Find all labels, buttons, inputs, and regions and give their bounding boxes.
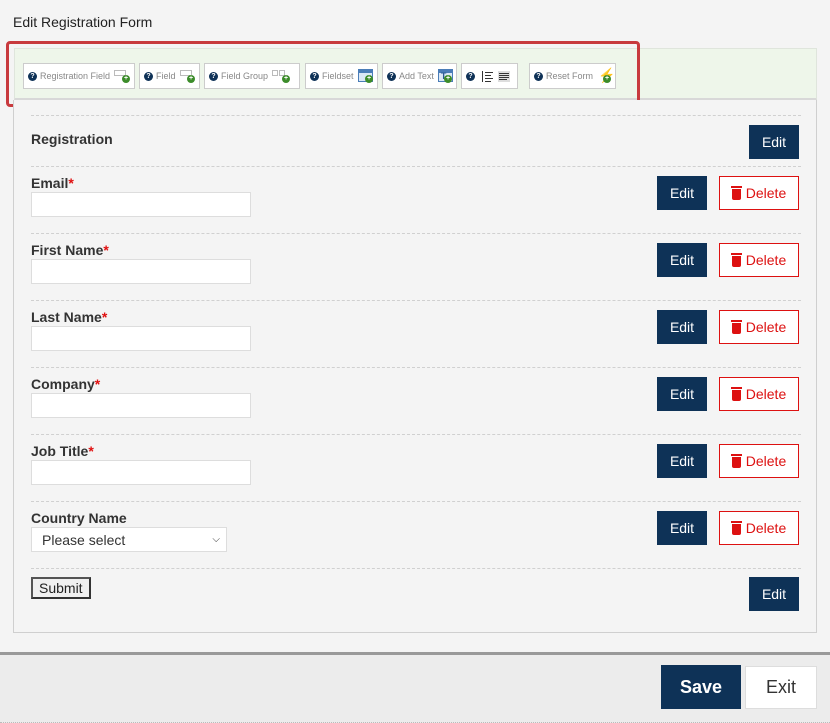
field-label: Company* (31, 376, 101, 392)
delete-field-button[interactable]: Delete (719, 444, 799, 478)
tool-label: Fieldset (322, 71, 354, 81)
trash-icon (730, 386, 742, 401)
edit-field-button[interactable]: Edit (657, 444, 707, 478)
submit-row: Submit Edit (31, 568, 801, 618)
tool-label: Reset Form (546, 71, 594, 81)
last-name-field[interactable] (31, 326, 251, 351)
add-field-group-button[interactable]: ? Field Group + (204, 63, 300, 89)
field-label: Last Name* (31, 309, 108, 325)
field-row-first-name: First Name* Edit Delete (31, 233, 801, 300)
field-label: Country Name (31, 510, 127, 526)
edit-field-button[interactable]: Edit (657, 310, 707, 344)
help-icon[interactable]: ? (466, 71, 475, 81)
field-row-email: Email* Edit Delete (31, 166, 801, 233)
field-add-icon: + (179, 69, 195, 83)
required-marker: * (101, 309, 108, 325)
required-marker: * (94, 376, 101, 392)
reset-bolt-icon: ⚡+ (598, 68, 615, 83)
align-horizontal-icon[interactable] (498, 70, 510, 82)
field-label: Job Title* (31, 443, 94, 459)
tool-label: Registration Field (40, 71, 111, 81)
tool-label: Field (156, 71, 176, 81)
field-label: Email* (31, 175, 74, 191)
alignment-tools: ? (461, 63, 518, 89)
company-field[interactable] (31, 393, 251, 418)
edit-field-button[interactable]: Edit (657, 243, 707, 277)
trash-icon (730, 185, 742, 200)
help-icon[interactable]: ? (209, 71, 218, 81)
trash-icon (730, 319, 742, 334)
add-registration-field-button[interactable]: ? Registration Field + (23, 63, 135, 89)
required-marker: * (103, 242, 109, 258)
required-marker: * (68, 175, 74, 191)
form-heading-row: Registration Edit (31, 115, 801, 167)
trash-icon (730, 453, 742, 468)
edit-field-button[interactable]: Edit (657, 511, 707, 545)
required-marker: * (88, 443, 94, 459)
page-title: Edit Registration Form (13, 14, 153, 30)
text-add-icon: T+ (437, 69, 453, 83)
field-row-job-title: Job Title* Edit Delete (31, 434, 801, 501)
help-icon[interactable]: ? (144, 71, 153, 81)
job-title-field[interactable] (31, 460, 251, 485)
delete-field-button[interactable]: Delete (719, 243, 799, 277)
delete-field-button[interactable]: Delete (719, 310, 799, 344)
align-vertical-icon[interactable] (482, 70, 494, 82)
save-button[interactable]: Save (661, 665, 741, 709)
delete-field-button[interactable]: Delete (719, 377, 799, 411)
field-row-last-name: Last Name* Edit Delete (31, 300, 801, 367)
email-field[interactable] (31, 192, 251, 217)
help-icon[interactable]: ? (28, 71, 37, 81)
chevron-down-icon: ⌵ (212, 534, 220, 545)
edit-submit-button[interactable]: Edit (749, 577, 799, 611)
reset-form-button[interactable]: ? Reset Form ⚡+ (529, 63, 616, 89)
delete-field-button[interactable]: Delete (719, 176, 799, 210)
first-name-field[interactable] (31, 259, 251, 284)
form-heading: Registration (31, 131, 113, 147)
country-select[interactable]: Please select ⌵ (31, 527, 227, 552)
delete-field-button[interactable]: Delete (719, 511, 799, 545)
field-row-country: Country Name Please select ⌵ Edit Delete (31, 501, 801, 568)
exit-button[interactable]: Exit (745, 666, 817, 709)
help-icon[interactable]: ? (310, 71, 319, 81)
fieldset-add-icon: + (357, 69, 373, 83)
trash-icon (730, 252, 742, 267)
field-row-company: Company* Edit Delete (31, 367, 801, 434)
help-icon[interactable]: ? (534, 71, 543, 81)
add-text-button[interactable]: ? Add Text T+ (382, 63, 457, 89)
tool-label: Add Text (399, 71, 434, 81)
edit-heading-button[interactable]: Edit (749, 125, 799, 159)
trash-icon (730, 520, 742, 535)
select-value: Please select (42, 531, 126, 548)
add-fieldset-button[interactable]: ? Fieldset + (305, 63, 378, 89)
edit-field-button[interactable]: Edit (657, 176, 707, 210)
tool-label: Field Group (221, 71, 269, 81)
edit-field-button[interactable]: Edit (657, 377, 707, 411)
help-icon[interactable]: ? (387, 71, 396, 81)
add-field-button[interactable]: ? Field + (139, 63, 200, 89)
field-label: First Name* (31, 242, 109, 258)
field-group-add-icon: + (272, 69, 291, 83)
submit-button[interactable]: Submit (31, 577, 91, 599)
field-add-icon: + (114, 69, 130, 83)
